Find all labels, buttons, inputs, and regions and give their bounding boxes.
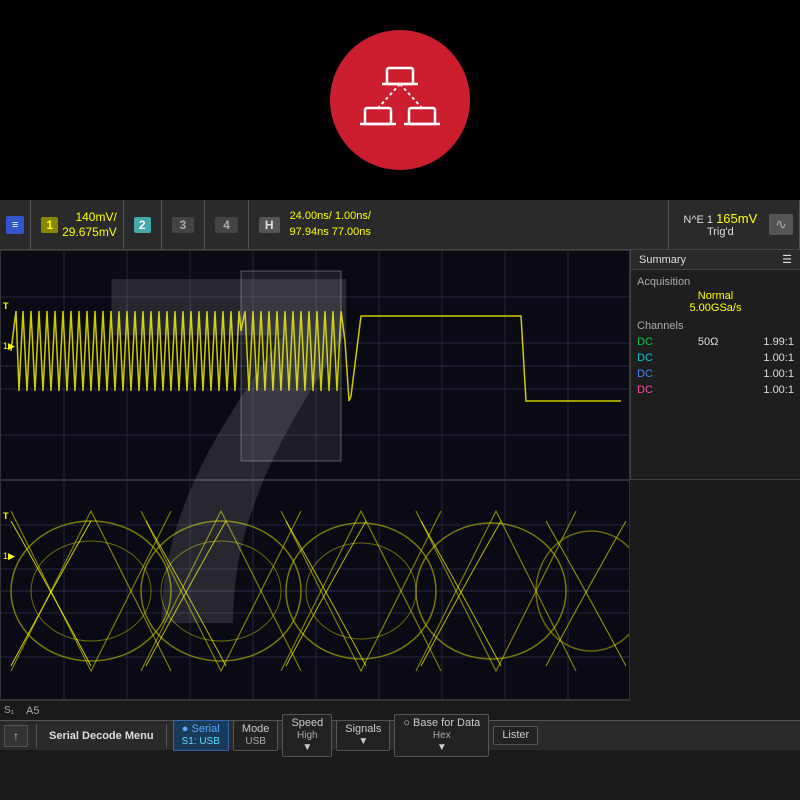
trigger-section: N^E 1 165mV Trig'd ∿: [669, 200, 800, 249]
ch4-section: 4: [205, 200, 249, 249]
logo-circle: [330, 30, 470, 170]
ch3-row: DC 1.00:1: [637, 366, 794, 382]
s1-label: S₁: [0, 705, 18, 716]
mode-button[interactable]: Mode USB: [233, 720, 279, 751]
signals-label: Signals: [345, 723, 381, 736]
summary-panel: Summary ☰ Acquisition Normal 5.00GSa/s C…: [630, 250, 800, 480]
separator-1: [36, 724, 37, 748]
up-arrow-button[interactable]: ↑: [4, 725, 28, 747]
ch4-probe: 1.00:1: [763, 384, 794, 396]
a5-label: A5: [18, 705, 39, 717]
acquisition-label: Acquisition: [637, 276, 794, 288]
speed-button[interactable]: Speed High ▼: [282, 714, 332, 757]
oscilloscope-container: ≡ 1 140mV/ 29.675mV 2 3 4 H 24.00ns/ 1.0…: [0, 200, 800, 800]
base-arrow-icon: ▼: [437, 742, 447, 754]
base-radio: ○: [403, 717, 410, 729]
acquisition-mode: Normal: [637, 290, 794, 302]
separator-2: [166, 724, 167, 748]
time-ns1: 24.00ns/: [290, 210, 332, 222]
channels-label: Channels: [637, 320, 794, 332]
ch2-probe: 1.00:1: [763, 352, 794, 364]
ch2-coupling: DC: [637, 352, 653, 364]
signals-arrow-icon: ▼: [358, 736, 368, 748]
trigger-display: N^E 1 165mV Trig'd: [675, 211, 765, 238]
lister-decode-label: Lister: [502, 729, 529, 742]
summary-icon: ☰: [782, 253, 792, 266]
waveform-bottom: T 1▶: [0, 480, 630, 700]
summary-content: Acquisition Normal 5.00GSa/s Channels DC…: [631, 270, 800, 404]
ch3-coupling: DC: [637, 368, 653, 380]
ch-label-t-top: T: [3, 301, 9, 311]
acquisition-rate: 5.00GSa/s: [637, 302, 794, 314]
time-ns4: 77.00ns: [332, 226, 371, 238]
trig-mv: 165mV: [716, 211, 757, 226]
logo-area: [0, 0, 800, 200]
menu-button[interactable]: ≡: [6, 216, 24, 234]
ch3-badge: 3: [172, 217, 195, 233]
speed-sub: High: [297, 730, 318, 742]
serial-button[interactable]: ● Serial S1: USB: [173, 720, 229, 751]
trig-state: Trig'd: [683, 226, 757, 238]
ch1-display: 140mV/ 29.675mV: [62, 210, 117, 239]
base-for-data-button[interactable]: ○ Base for Data Hex ▼: [394, 714, 489, 757]
menu-section: ≡: [0, 200, 31, 249]
eye-diagram: [1, 481, 630, 700]
ch1-mv2: 29.675mV: [62, 225, 117, 239]
ch2-section[interactable]: 2: [124, 200, 162, 249]
ch-label-1p-top: 1▶: [3, 341, 15, 352]
speed-arrow-icon: ▼: [302, 742, 312, 754]
ch3-section: 3: [162, 200, 206, 249]
mode-sub: USB: [245, 736, 266, 748]
time-ns2: 1.00ns/: [335, 210, 371, 222]
signals-button[interactable]: Signals ▼: [336, 720, 390, 751]
ch1-row: DC 50Ω 1.99:1: [637, 334, 794, 350]
ch1-impedance: 50Ω: [698, 336, 718, 348]
ch1-section[interactable]: 1 140mV/ 29.675mV: [31, 200, 123, 249]
ch-label-t-bottom: T: [3, 511, 9, 521]
ch4-coupling: DC: [637, 384, 653, 396]
base-sub: Hex: [433, 730, 451, 742]
ch1-mv1: 140mV/: [62, 210, 117, 224]
ch4-row: DC 1.00:1: [637, 382, 794, 398]
network-icon: [360, 60, 440, 140]
time-ns3: 97.94ns: [290, 226, 329, 238]
mode-label: Mode: [242, 723, 270, 736]
serial-sub: S1: USB: [182, 736, 220, 748]
h-badge: H: [259, 217, 280, 233]
summary-header: Summary ☰: [631, 250, 800, 270]
summary-title: Summary: [639, 254, 686, 266]
toolbar: ≡ 1 140mV/ 29.675mV 2 3 4 H 24.00ns/ 1.0…: [0, 200, 800, 250]
speed-label: Speed: [291, 717, 323, 730]
decode-menu-title: Serial Decode Menu: [41, 730, 162, 742]
ch2-row: DC 1.00:1: [637, 350, 794, 366]
waveform-icon: ∿: [769, 214, 793, 235]
base-label: ○ Base for Data: [403, 717, 480, 730]
ch1-probe: 1.99:1: [763, 336, 794, 348]
ch4-badge: 4: [215, 217, 238, 233]
waveform-top: T 1▶: [0, 250, 630, 480]
ch3-probe: 1.00:1: [763, 368, 794, 380]
time-display: 24.00ns/ 1.00ns/ 97.94ns 77.00ns: [284, 209, 377, 240]
lister-decode-button[interactable]: Lister: [493, 726, 538, 745]
ch-label-1p-bottom: 1▶: [3, 551, 15, 562]
ch2-badge: 2: [134, 217, 151, 233]
serial-label: ● Serial: [182, 723, 220, 736]
ch1-badge: 1: [41, 217, 58, 233]
decode-menu: ↑ Serial Decode Menu ● Serial S1: USB Mo…: [0, 720, 800, 750]
serial-radio: ●: [182, 723, 189, 735]
ch1-coupling: DC: [637, 336, 653, 348]
trig-label: N^E 1: [683, 214, 713, 226]
grid-top: [1, 251, 630, 480]
menu-icon: ≡: [12, 219, 18, 231]
time-section: H 24.00ns/ 1.00ns/ 97.94ns 77.00ns: [249, 200, 670, 249]
